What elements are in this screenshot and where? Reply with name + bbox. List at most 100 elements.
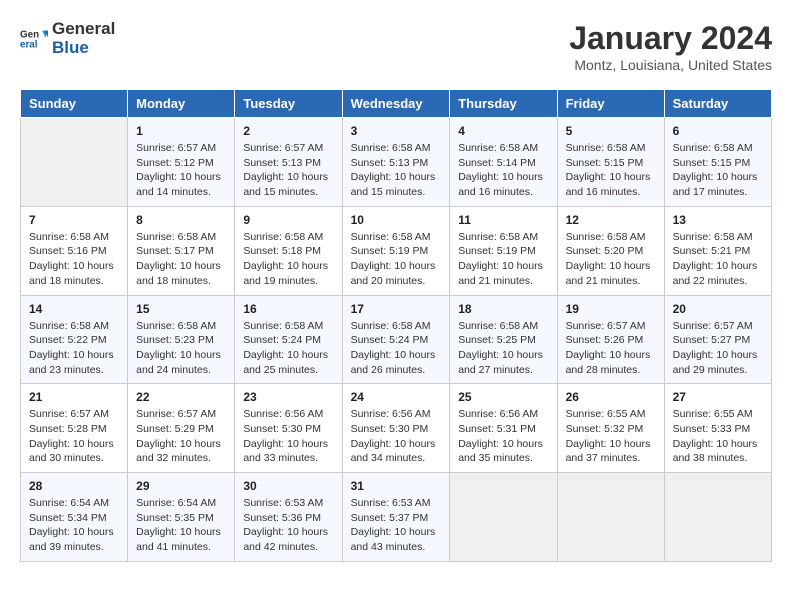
day-info: Sunrise: 6:58 AMSunset: 5:20 PMDaylight:… bbox=[566, 230, 656, 289]
day-info: Sunrise: 6:55 AMSunset: 5:32 PMDaylight:… bbox=[566, 407, 656, 466]
calendar-cell: 20 Sunrise: 6:57 AMSunset: 5:27 PMDayligh… bbox=[664, 295, 771, 384]
day-info: Sunrise: 6:58 AMSunset: 5:19 PMDaylight:… bbox=[351, 230, 442, 289]
day-number: 11 bbox=[458, 213, 548, 227]
day-number: 20 bbox=[673, 302, 763, 316]
day-info: Sunrise: 6:56 AMSunset: 5:31 PMDaylight:… bbox=[458, 407, 548, 466]
day-number: 28 bbox=[29, 479, 119, 493]
day-info: Sunrise: 6:58 AMSunset: 5:18 PMDaylight:… bbox=[243, 230, 333, 289]
calendar-cell: 10 Sunrise: 6:58 AMSunset: 5:19 PMDayligh… bbox=[342, 206, 450, 295]
calendar-cell: 17Sunrise: 6:58 AMSunset: 5:24 PMDayligh… bbox=[342, 295, 450, 384]
logo-icon: Gen eral bbox=[20, 25, 48, 53]
day-number: 14 bbox=[29, 302, 119, 316]
calendar-cell: 30Sunrise: 6:53 AMSunset: 5:36 PMDayligh… bbox=[235, 473, 342, 562]
calendar-week-2: 7Sunrise: 6:58 AMSunset: 5:16 PMDaylight… bbox=[21, 206, 772, 295]
calendar-week-1: 1 Sunrise: 6:57 AMSunset: 5:12 PMDaylight… bbox=[21, 118, 772, 207]
calendar-cell: 23Sunrise: 6:56 AMSunset: 5:30 PMDayligh… bbox=[235, 384, 342, 473]
day-info: Sunrise: 6:57 AMSunset: 5:12 PMDaylight:… bbox=[136, 141, 226, 200]
day-number: 10 bbox=[351, 213, 442, 227]
day-info: Sunrise: 6:56 AMSunset: 5:30 PMDaylight:… bbox=[351, 407, 442, 466]
day-number: 12 bbox=[566, 213, 656, 227]
calendar-body: 1 Sunrise: 6:57 AMSunset: 5:12 PMDaylight… bbox=[21, 118, 772, 562]
day-number: 31 bbox=[351, 479, 442, 493]
day-info: Sunrise: 6:57 AMSunset: 5:27 PMDaylight:… bbox=[673, 319, 763, 378]
calendar-week-5: 28Sunrise: 6:54 AMSunset: 5:34 PMDayligh… bbox=[21, 473, 772, 562]
calendar-cell: 3Sunrise: 6:58 AMSunset: 5:13 PMDaylight… bbox=[342, 118, 450, 207]
calendar-cell: 19 Sunrise: 6:57 AMSunset: 5:26 PMDayligh… bbox=[557, 295, 664, 384]
day-header-thursday: Thursday bbox=[450, 90, 557, 118]
calendar-cell bbox=[21, 118, 128, 207]
day-info: Sunrise: 6:58 AMSunset: 5:17 PMDaylight:… bbox=[136, 230, 226, 289]
calendar-cell: 11 Sunrise: 6:58 AMSunset: 5:19 PMDayligh… bbox=[450, 206, 557, 295]
calendar-cell: 8 Sunrise: 6:58 AMSunset: 5:17 PMDaylight… bbox=[128, 206, 235, 295]
calendar-cell: 24Sunrise: 6:56 AMSunset: 5:30 PMDayligh… bbox=[342, 384, 450, 473]
day-info: Sunrise: 6:58 AMSunset: 5:19 PMDaylight:… bbox=[458, 230, 548, 289]
day-number: 26 bbox=[566, 390, 656, 404]
calendar-cell bbox=[450, 473, 557, 562]
calendar-cell: 5 Sunrise: 6:58 AMSunset: 5:15 PMDaylight… bbox=[557, 118, 664, 207]
calendar-cell: 9Sunrise: 6:58 AMSunset: 5:18 PMDaylight… bbox=[235, 206, 342, 295]
day-number: 1 bbox=[136, 124, 226, 138]
day-info: Sunrise: 6:58 AMSunset: 5:15 PMDaylight:… bbox=[673, 141, 763, 200]
day-info: Sunrise: 6:58 AMSunset: 5:25 PMDaylight:… bbox=[458, 319, 548, 378]
day-info: Sunrise: 6:56 AMSunset: 5:30 PMDaylight:… bbox=[243, 407, 333, 466]
day-info: Sunrise: 6:57 AMSunset: 5:28 PMDaylight:… bbox=[29, 407, 119, 466]
day-number: 6 bbox=[673, 124, 763, 138]
day-info: Sunrise: 6:58 AMSunset: 5:13 PMDaylight:… bbox=[351, 141, 442, 200]
calendar-cell: 4 Sunrise: 6:58 AMSunset: 5:14 PMDaylight… bbox=[450, 118, 557, 207]
day-header-sunday: Sunday bbox=[21, 90, 128, 118]
calendar-cell: 1 Sunrise: 6:57 AMSunset: 5:12 PMDaylight… bbox=[128, 118, 235, 207]
day-number: 4 bbox=[458, 124, 548, 138]
day-info: Sunrise: 6:57 AMSunset: 5:26 PMDaylight:… bbox=[566, 319, 656, 378]
svg-text:eral: eral bbox=[20, 39, 38, 50]
calendar-cell: 6 Sunrise: 6:58 AMSunset: 5:15 PMDaylight… bbox=[664, 118, 771, 207]
calendar-cell: 12 Sunrise: 6:58 AMSunset: 5:20 PMDayligh… bbox=[557, 206, 664, 295]
day-number: 21 bbox=[29, 390, 119, 404]
day-number: 2 bbox=[243, 124, 333, 138]
calendar-cell: 14 Sunrise: 6:58 AMSunset: 5:22 PMDayligh… bbox=[21, 295, 128, 384]
title-block: January 2024 Montz, Louisiana, United St… bbox=[569, 20, 772, 73]
day-info: Sunrise: 6:58 AMSunset: 5:14 PMDaylight:… bbox=[458, 141, 548, 200]
calendar-cell: 29Sunrise: 6:54 AMSunset: 5:35 PMDayligh… bbox=[128, 473, 235, 562]
day-info: Sunrise: 6:58 AMSunset: 5:15 PMDaylight:… bbox=[566, 141, 656, 200]
day-header-tuesday: Tuesday bbox=[235, 90, 342, 118]
day-number: 18 bbox=[458, 302, 548, 316]
day-info: Sunrise: 6:58 AMSunset: 5:22 PMDaylight:… bbox=[29, 319, 119, 378]
calendar-cell: 2 Sunrise: 6:57 AMSunset: 5:13 PMDaylight… bbox=[235, 118, 342, 207]
day-info: Sunrise: 6:57 AMSunset: 5:29 PMDaylight:… bbox=[136, 407, 226, 466]
day-number: 29 bbox=[136, 479, 226, 493]
day-header-wednesday: Wednesday bbox=[342, 90, 450, 118]
day-number: 19 bbox=[566, 302, 656, 316]
month-title: January 2024 bbox=[569, 20, 772, 57]
day-number: 22 bbox=[136, 390, 226, 404]
calendar-cell: 27Sunrise: 6:55 AMSunset: 5:33 PMDayligh… bbox=[664, 384, 771, 473]
calendar-week-4: 21 Sunrise: 6:57 AMSunset: 5:28 PMDayligh… bbox=[21, 384, 772, 473]
calendar-cell: 26 Sunrise: 6:55 AMSunset: 5:32 PMDayligh… bbox=[557, 384, 664, 473]
day-info: Sunrise: 6:53 AMSunset: 5:36 PMDaylight:… bbox=[243, 496, 333, 555]
calendar-cell: 16Sunrise: 6:58 AMSunset: 5:24 PMDayligh… bbox=[235, 295, 342, 384]
day-header-monday: Monday bbox=[128, 90, 235, 118]
day-number: 27 bbox=[673, 390, 763, 404]
calendar-header-row: SundayMondayTuesdayWednesdayThursdayFrid… bbox=[21, 90, 772, 118]
location-subtitle: Montz, Louisiana, United States bbox=[569, 57, 772, 73]
day-number: 7 bbox=[29, 213, 119, 227]
calendar-cell: 21 Sunrise: 6:57 AMSunset: 5:28 PMDayligh… bbox=[21, 384, 128, 473]
day-header-friday: Friday bbox=[557, 90, 664, 118]
day-number: 25 bbox=[458, 390, 548, 404]
day-number: 5 bbox=[566, 124, 656, 138]
calendar-cell: 7Sunrise: 6:58 AMSunset: 5:16 PMDaylight… bbox=[21, 206, 128, 295]
calendar-table: SundayMondayTuesdayWednesdayThursdayFrid… bbox=[20, 89, 772, 562]
day-number: 15 bbox=[136, 302, 226, 316]
day-info: Sunrise: 6:58 AMSunset: 5:23 PMDaylight:… bbox=[136, 319, 226, 378]
logo-text-blue: Blue bbox=[52, 39, 115, 58]
day-info: Sunrise: 6:53 AMSunset: 5:37 PMDaylight:… bbox=[351, 496, 442, 555]
day-info: Sunrise: 6:57 AMSunset: 5:13 PMDaylight:… bbox=[243, 141, 333, 200]
calendar-cell: 22 Sunrise: 6:57 AMSunset: 5:29 PMDayligh… bbox=[128, 384, 235, 473]
calendar-cell bbox=[664, 473, 771, 562]
logo-text-general: General bbox=[52, 20, 115, 39]
day-number: 17 bbox=[351, 302, 442, 316]
day-info: Sunrise: 6:58 AMSunset: 5:21 PMDaylight:… bbox=[673, 230, 763, 289]
calendar-cell: 18 Sunrise: 6:58 AMSunset: 5:25 PMDayligh… bbox=[450, 295, 557, 384]
day-number: 13 bbox=[673, 213, 763, 227]
day-number: 8 bbox=[136, 213, 226, 227]
logo: Gen eral General Blue bbox=[20, 20, 115, 57]
